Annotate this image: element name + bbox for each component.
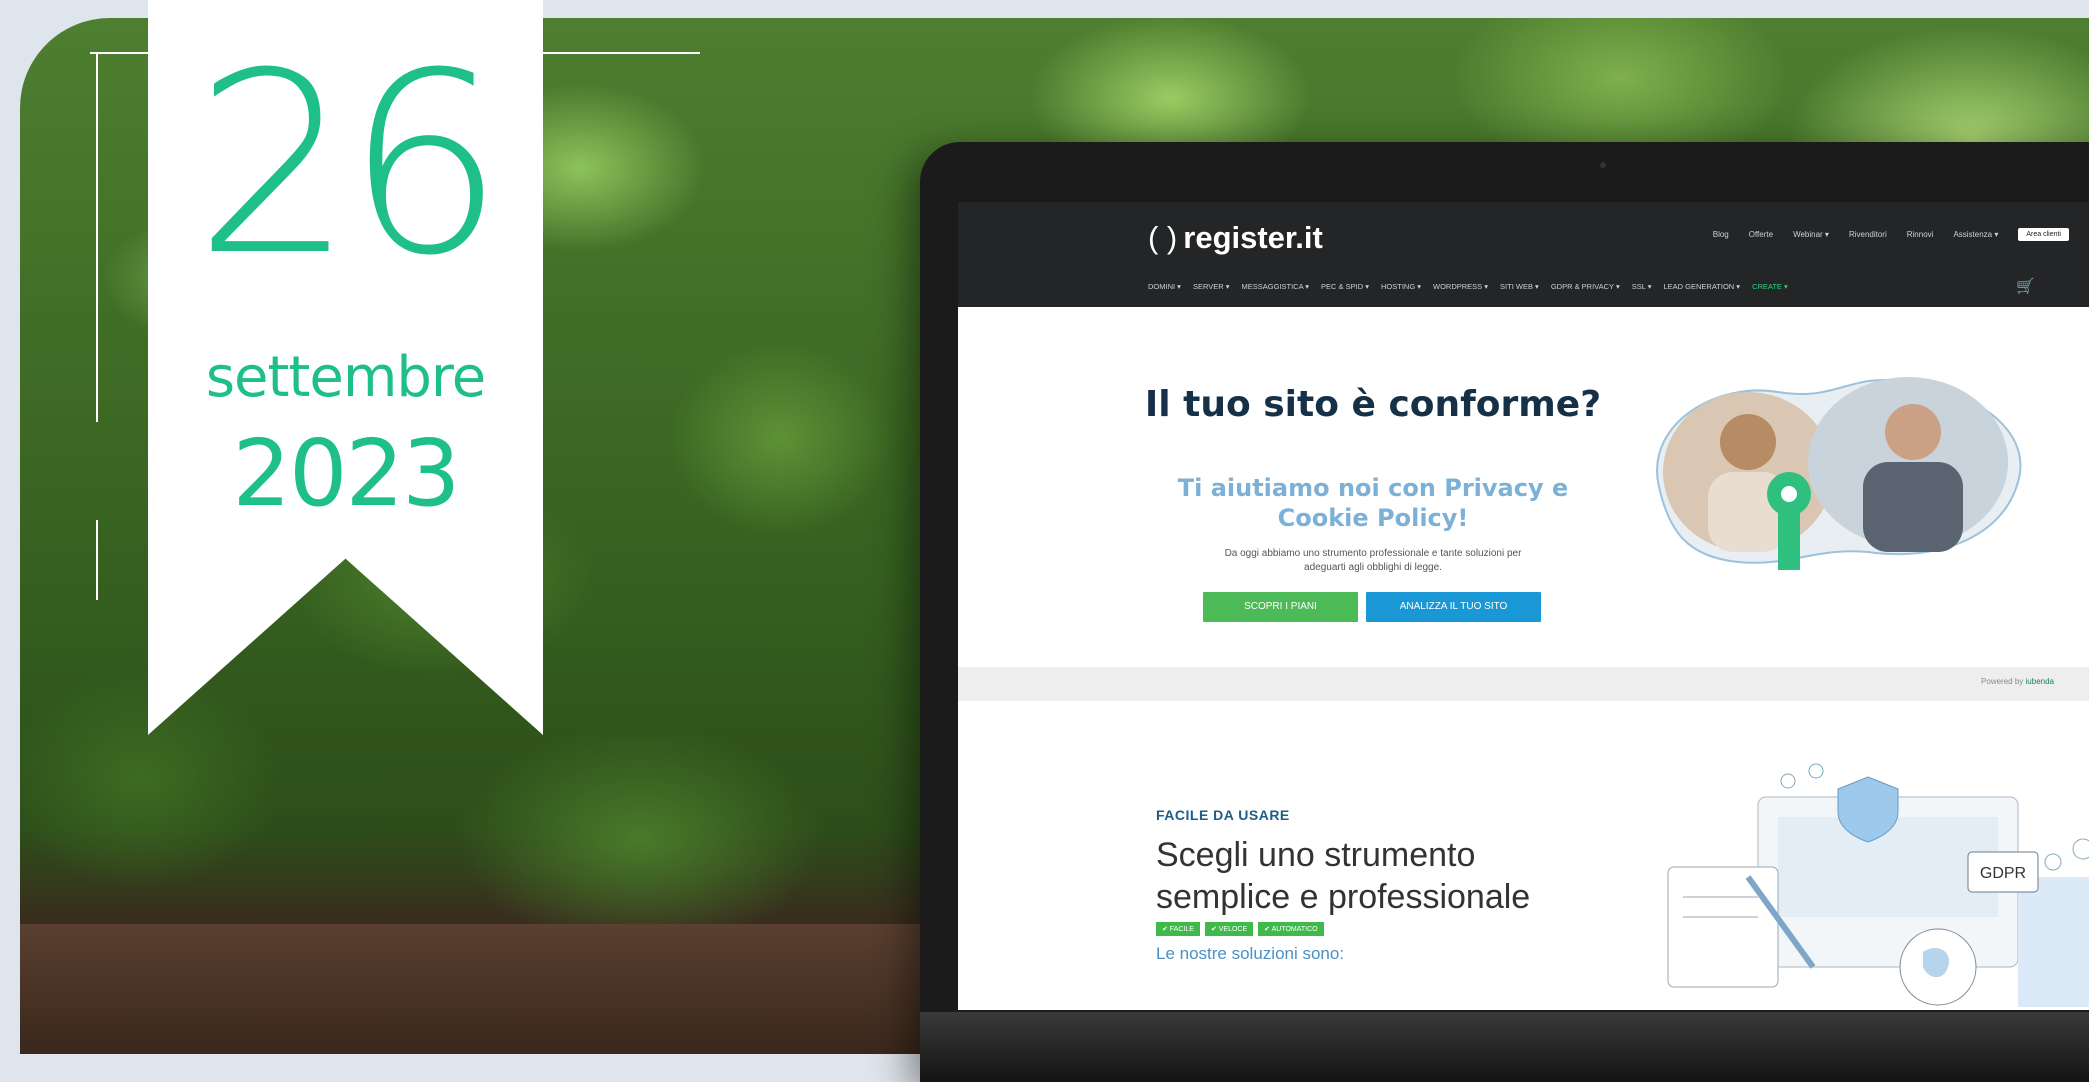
- menu-siti-web[interactable]: SITI WEB ▾: [1500, 282, 1539, 291]
- menu-create[interactable]: CREATE ▾: [1752, 282, 1788, 291]
- date-month: settembre: [205, 345, 486, 410]
- area-clienti-button[interactable]: Area clienti: [2018, 228, 2069, 241]
- date-day: 26: [194, 19, 504, 310]
- topbar-rivenditori[interactable]: Rivenditori: [1849, 230, 1887, 239]
- laptop-camera: [1600, 162, 1606, 168]
- gdpr-illustration: GDPR: [1667, 763, 2089, 1007]
- menu-messaggistica[interactable]: MESSAGGISTICA ▾: [1242, 282, 1310, 291]
- frame-line-left-lower: [96, 520, 98, 600]
- laptop: ( ) register.it Blog Offerte Webinar ▾ Ri…: [920, 142, 2089, 1082]
- menu-gdpr-privacy[interactable]: GDPR & PRIVACY ▾: [1551, 282, 1620, 291]
- section-title: Scegli uno strumento semplice e professi…: [1156, 836, 1531, 916]
- menu-lead-generation[interactable]: LEAD GENERATION ▾: [1664, 282, 1741, 291]
- feature-tags: ✔ FACILE ✔ VELOCE ✔ AUTOMATICO: [1156, 922, 1324, 936]
- section-subtitle: Le nostre soluzioni sono:: [1156, 944, 1345, 963]
- tag-veloce: ✔ VELOCE: [1204, 922, 1254, 936]
- privacy-subheadline: Ti aiutiamo noi con Privacy e Cookie Pol…: [1177, 474, 1569, 532]
- logo-bracket: ( ): [1148, 220, 1178, 255]
- powered-strip: [958, 667, 2089, 701]
- cart-icon[interactable]: 🛒: [2016, 277, 2035, 295]
- frame-line-left: [96, 52, 98, 422]
- main-menu: DOMINI ▾ SERVER ▾ MESSAGGISTICA ▾ PEC & …: [1148, 282, 1788, 291]
- menu-wordpress[interactable]: WORDPRESS ▾: [1433, 282, 1488, 291]
- site-header: ( ) register.it Blog Offerte Webinar ▾ Ri…: [958, 202, 2089, 307]
- menu-pec-spid[interactable]: PEC & SPID ▾: [1321, 282, 1369, 291]
- date-year: 2023: [232, 420, 460, 527]
- topbar: Blog Offerte Webinar ▾ Rivenditori Rinno…: [1713, 228, 2069, 241]
- menu-ssl[interactable]: SSL ▾: [1632, 282, 1652, 291]
- topbar-offerte[interactable]: Offerte: [1749, 230, 1773, 239]
- privacy-headline: Il tuo sito è conforme?: [1144, 384, 1602, 425]
- iubenda-brand: iubenda: [2025, 677, 2054, 686]
- gdpr-text: GDPR: [1980, 865, 2026, 882]
- menu-hosting[interactable]: HOSTING ▾: [1381, 282, 1421, 291]
- powered-by[interactable]: Powered by iubenda: [1981, 677, 2054, 686]
- tag-facile: ✔ FACILE: [1156, 922, 1200, 936]
- topbar-assistenza[interactable]: Assistenza ▾: [1953, 230, 1998, 239]
- people-photo: [1656, 377, 2022, 570]
- section-eyebrow: FACILE DA USARE: [1156, 807, 1290, 823]
- laptop-base: [920, 1012, 2089, 1082]
- topbar-webinar[interactable]: Webinar ▾: [1793, 230, 1829, 239]
- privacy-hero: Il tuo sito è conforme? Ti aiutiamo noi …: [958, 307, 2089, 667]
- privacy-body: Da oggi abbiamo uno strumento profession…: [1224, 548, 1522, 573]
- laptop-screen: ( ) register.it Blog Offerte Webinar ▾ Ri…: [958, 202, 2089, 1010]
- tag-automatico: ✔ AUTOMATICO: [1258, 922, 1324, 936]
- site-logo[interactable]: ( ) register.it: [1148, 220, 1323, 256]
- topbar-blog[interactable]: Blog: [1713, 230, 1729, 239]
- powered-by-label: Powered by: [1981, 677, 2024, 686]
- menu-server[interactable]: SERVER ▾: [1193, 282, 1230, 291]
- menu-domini[interactable]: DOMINI ▾: [1148, 282, 1181, 291]
- logo-text: register.it: [1183, 220, 1323, 255]
- scopri-piani-button[interactable]: SCOPRI I PIANI: [1203, 592, 1358, 622]
- analizza-sito-button[interactable]: ANALIZZA IL TUO SITO: [1366, 592, 1541, 622]
- topbar-rinnovi[interactable]: Rinnovi: [1907, 230, 1934, 239]
